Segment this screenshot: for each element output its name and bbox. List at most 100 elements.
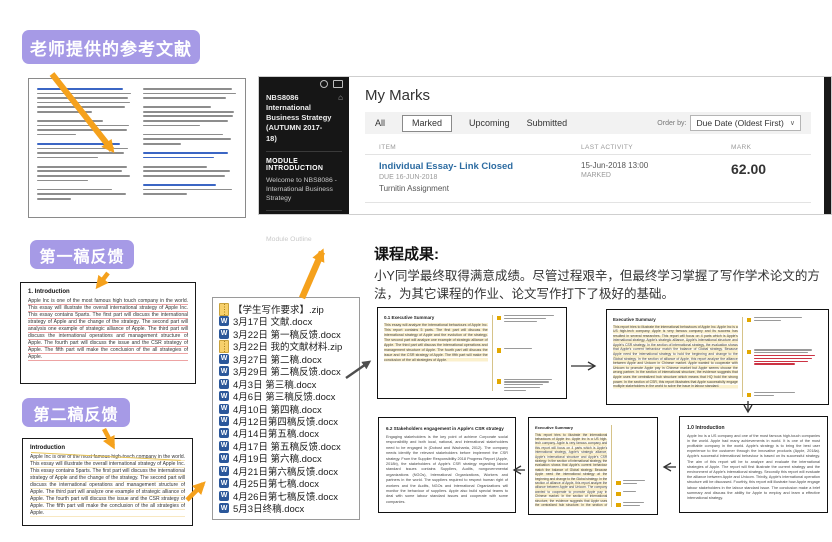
list-item[interactable]: 4月14日第五稿.docx: [219, 427, 353, 439]
lms-right-edge-bar: [824, 77, 831, 214]
review-comment: [497, 348, 560, 353]
sidebar-top-icons: [320, 80, 343, 88]
outcome-body: 小Y同学最终取得满意成绩。尽管过程艰辛，但最终学习掌握了写作学术论文的方法，为其…: [374, 267, 830, 303]
docx-file-icon: [219, 428, 229, 438]
sidebar-heading-module-information: MODULE INFORMATION: [266, 217, 342, 231]
list-item[interactable]: 3月22日 我的文献材料.zip: [219, 340, 353, 352]
comment-icon: [616, 503, 621, 508]
docx-file-icon: [219, 503, 229, 513]
review-comment: [616, 480, 651, 485]
zip-file-icon: [219, 340, 229, 353]
lms-sidebar: NBS8086 International Business Strategy …: [259, 77, 349, 214]
comment-icon: [747, 318, 752, 323]
zip-file-icon: [219, 303, 229, 316]
lms-main-panel: My Marks All Marked Upcoming Submitted O…: [349, 77, 831, 214]
column-last-activity: LAST ACTIVITY: [581, 144, 731, 151]
list-item[interactable]: 4月26日第七稿反馈.docx: [219, 490, 353, 502]
assignment-link[interactable]: Individual Essay- Link Closed: [379, 161, 581, 172]
review-comment: [747, 392, 822, 397]
tab-all[interactable]: All: [375, 118, 385, 128]
outcome-heading: 课程成果:: [374, 243, 830, 264]
file-name: 5月3日终稿.docx: [233, 501, 304, 515]
doc-title: 1.0 Introduction: [687, 425, 820, 431]
comment-icon: [497, 348, 502, 353]
reference-column-right: [143, 88, 237, 208]
tab-submitted[interactable]: Submitted: [527, 118, 568, 128]
flow-doc-executive-summary-2: Executive Summary This report tries to i…: [606, 309, 829, 405]
assignment-due-date: DUE 16-JUN-2018: [379, 174, 581, 181]
order-by-label: Order by:: [657, 120, 686, 127]
list-item[interactable]: 3月27日 第二稿.docx: [219, 353, 353, 365]
draft2-title: Introduction: [30, 445, 185, 451]
docx-file-icon: [219, 354, 229, 364]
list-item[interactable]: 4月3日 第三稿.docx: [219, 378, 353, 390]
comment-icon: [497, 379, 502, 384]
last-activity-time: 15-Jun-2018 13:00: [581, 161, 731, 170]
docx-file-icon: [219, 441, 229, 451]
review-comment: [616, 491, 651, 496]
list-item[interactable]: 3月17日 文献.docx: [219, 315, 353, 327]
infographic-canvas: 老师提供的参考文献 第一稿反馈 第二稿反馈 NBS8086 Internatio…: [0, 0, 832, 542]
doc-body: Engaging stakeholders is the key point o…: [386, 435, 508, 504]
first-draft-document: 1. Introduction Apple Inc is one of the …: [20, 282, 196, 384]
docx-file-icon: [219, 478, 229, 488]
order-by-value: Due Date (Oldest First): [696, 118, 783, 128]
comment-icon: [747, 393, 752, 398]
sidebar-item-welcome[interactable]: Welcome to NBS8086 - International Busin…: [266, 176, 342, 204]
review-comment: [747, 317, 822, 322]
column-item: ITEM: [379, 144, 581, 151]
list-item[interactable]: 4月12日第四稿反馈.docx: [219, 415, 353, 427]
sidebar-item-module-outline[interactable]: Module Outline: [266, 235, 342, 244]
sidebar-divider: [266, 210, 342, 211]
arrow-list-to-marks: [302, 252, 322, 298]
list-item[interactable]: 4月6日 第三稿反馈.docx: [219, 390, 353, 402]
doc-title: Executive Summary: [613, 317, 738, 322]
review-comments-column: [611, 425, 651, 507]
list-item[interactable]: 3月22日 第一稿反馈.docx: [219, 328, 353, 340]
flow-doc-introduction: 1.0 Introduction Apple Inc is a US compa…: [679, 416, 828, 513]
tab-marked[interactable]: Marked: [402, 115, 452, 132]
tab-upcoming[interactable]: Upcoming: [469, 118, 510, 128]
list-item[interactable]: 4月17日 第五稿反馈.docx: [219, 440, 353, 452]
lms-my-marks-screenshot: NBS8086 International Business Strategy …: [258, 76, 832, 215]
list-item[interactable]: 4月21日第六稿反馈.docx: [219, 465, 353, 477]
file-list: 【学生写作要求】.zip3月17日 文献.docx3月22日 第一稿反馈.doc…: [212, 297, 360, 520]
sidebar-divider: [266, 151, 342, 152]
list-item[interactable]: 4月25日第七稿.docx: [219, 477, 353, 489]
marks-table-header: ITEM LAST ACTIVITY MARK: [365, 141, 811, 155]
home-icon[interactable]: ⌂: [338, 94, 343, 102]
marks-table-row: Individual Essay- Link Closed DUE 16-JUN…: [365, 155, 811, 203]
review-comments-column: [492, 315, 560, 391]
list-item[interactable]: 5月3日终稿.docx: [219, 502, 353, 514]
review-comment: [497, 315, 560, 322]
list-item[interactable]: 4月19日 第六稿.docx: [219, 452, 353, 464]
docx-file-icon: [219, 453, 229, 463]
list-item[interactable]: 4月10日 第四稿.docx: [219, 403, 353, 415]
comment-icon: [497, 316, 502, 321]
chevron-down-icon: ∨: [790, 119, 795, 127]
sidebar-heading-module-introduction: MODULE INTRODUCTION: [266, 158, 342, 172]
status-badge: MARKED: [581, 172, 731, 179]
reference-list-document: [28, 78, 246, 218]
mark-value: 62.00: [731, 161, 766, 177]
docx-file-icon: [219, 316, 229, 326]
docx-file-icon: [219, 416, 229, 426]
reference-column-left: [37, 88, 131, 208]
folder-icon[interactable]: [333, 80, 343, 88]
review-comment: [747, 349, 822, 364]
list-item[interactable]: 【学生写作要求】.zip: [219, 303, 353, 315]
doc-title: 6.2 Stakeholders engagement in Apple's C…: [386, 426, 508, 432]
docx-file-icon: [219, 491, 229, 501]
order-by-select[interactable]: Due Date (Oldest First) ∨: [690, 115, 801, 131]
course-outcome: 课程成果: 小Y同学最终取得满意成绩。尽管过程艰辛，但最终学习掌握了写作学术论文…: [374, 243, 830, 303]
review-comment: [616, 502, 651, 507]
label-first-draft-feedback: 第一稿反馈: [30, 240, 134, 269]
doc-body: This report tries to illustrate the inte…: [535, 433, 607, 508]
list-item[interactable]: 3月29日 第二稿反馈.docx: [219, 365, 353, 377]
order-by-control: Order by: Due Date (Oldest First) ∨: [657, 115, 801, 131]
review-comment: [497, 379, 560, 391]
doc-title: 0.1 Executive Summary: [384, 315, 488, 320]
draft1-body: Apple Inc is one of the most famous high…: [28, 298, 188, 361]
docx-file-icon: [219, 391, 229, 401]
search-icon[interactable]: [320, 80, 328, 88]
